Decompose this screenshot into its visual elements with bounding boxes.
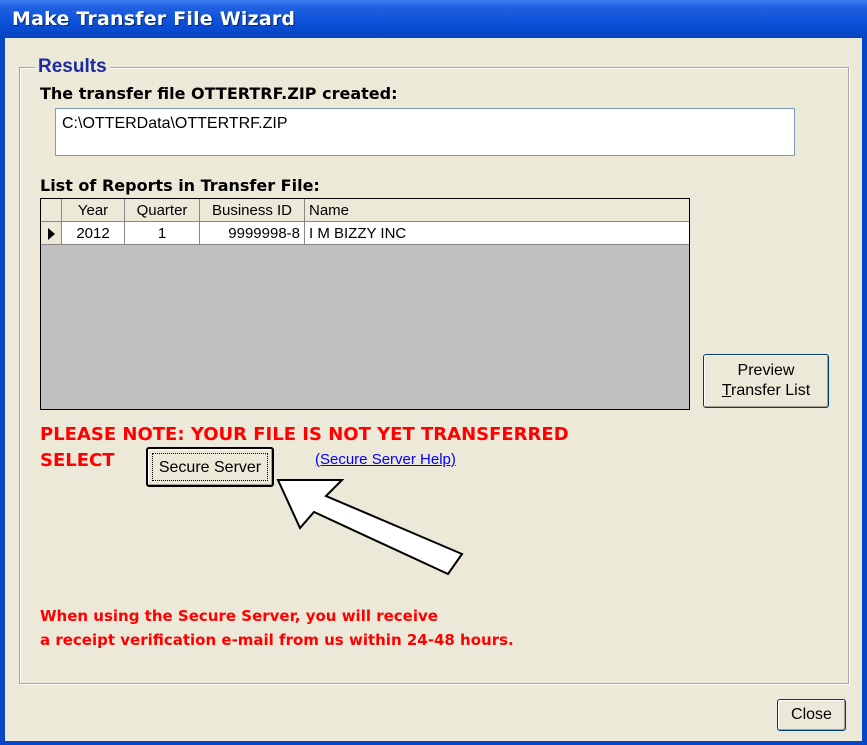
reports-grid[interactable]: Year Quarter Business ID Name 2012 1 999… bbox=[40, 198, 690, 410]
preview-button-line2-rest: ransfer List bbox=[731, 382, 811, 399]
current-row-indicator bbox=[41, 221, 62, 245]
receipt-note-line1: When using the Secure Server, you will r… bbox=[40, 607, 438, 625]
preview-button-line2: Transfer List bbox=[704, 381, 828, 401]
results-legend: Results bbox=[35, 56, 110, 78]
cell-quarter[interactable]: 1 bbox=[124, 221, 200, 245]
grid-header-row: Year Quarter Business ID Name bbox=[41, 199, 689, 222]
table-row[interactable]: 2012 1 9999998-8 I M BIZZY INC bbox=[41, 221, 689, 245]
preview-transfer-list-button[interactable]: Preview Transfer List bbox=[703, 354, 829, 408]
row-selector-header bbox=[41, 199, 62, 222]
secure-server-focus-rect: Secure Server bbox=[152, 453, 268, 481]
report-list-label: List of Reports in Transfer File: bbox=[40, 176, 320, 195]
row-pointer-icon bbox=[47, 227, 55, 240]
cell-business-id[interactable]: 9999998-8 bbox=[199, 221, 305, 245]
preview-button-line1: Preview bbox=[737, 362, 795, 379]
column-header-quarter[interactable]: Quarter bbox=[124, 199, 200, 222]
window-border-right bbox=[862, 38, 867, 745]
created-label: The transfer file OTTERTRF.ZIP created: bbox=[40, 84, 398, 103]
cell-year[interactable]: 2012 bbox=[61, 221, 125, 245]
secure-server-help-link[interactable]: (Secure Server Help) bbox=[315, 451, 456, 468]
window-title: Make Transfer File Wizard bbox=[12, 8, 296, 30]
column-header-name[interactable]: Name bbox=[304, 199, 689, 222]
not-transferred-warning: PLEASE NOTE: YOUR FILE IS NOT YET TRANSF… bbox=[40, 424, 569, 445]
window-border-left bbox=[0, 38, 5, 745]
preview-accelerator-key: T bbox=[721, 382, 732, 399]
close-button[interactable]: Close bbox=[777, 699, 846, 731]
pointer-arrow-icon bbox=[276, 479, 464, 576]
select-label: SELECT bbox=[40, 450, 115, 471]
reports-table: Year Quarter Business ID Name 2012 1 999… bbox=[41, 199, 689, 245]
cell-name[interactable]: I M BIZZY INC bbox=[304, 221, 689, 245]
secure-server-button[interactable]: Secure Server bbox=[146, 447, 274, 487]
file-path-field[interactable]: C:\OTTERData\OTTERTRF.ZIP bbox=[55, 108, 795, 156]
receipt-note-line2: a receipt verification e-mail from us wi… bbox=[40, 631, 514, 649]
column-header-business-id[interactable]: Business ID bbox=[199, 199, 305, 222]
file-path-value: C:\OTTERData\OTTERTRF.ZIP bbox=[62, 115, 288, 132]
wizard-window: Make Transfer File Wizard Results The tr… bbox=[0, 0, 867, 745]
title-bar[interactable]: Make Transfer File Wizard bbox=[0, 0, 867, 38]
window-border-bottom bbox=[0, 741, 867, 745]
column-header-year[interactable]: Year bbox=[61, 199, 125, 222]
